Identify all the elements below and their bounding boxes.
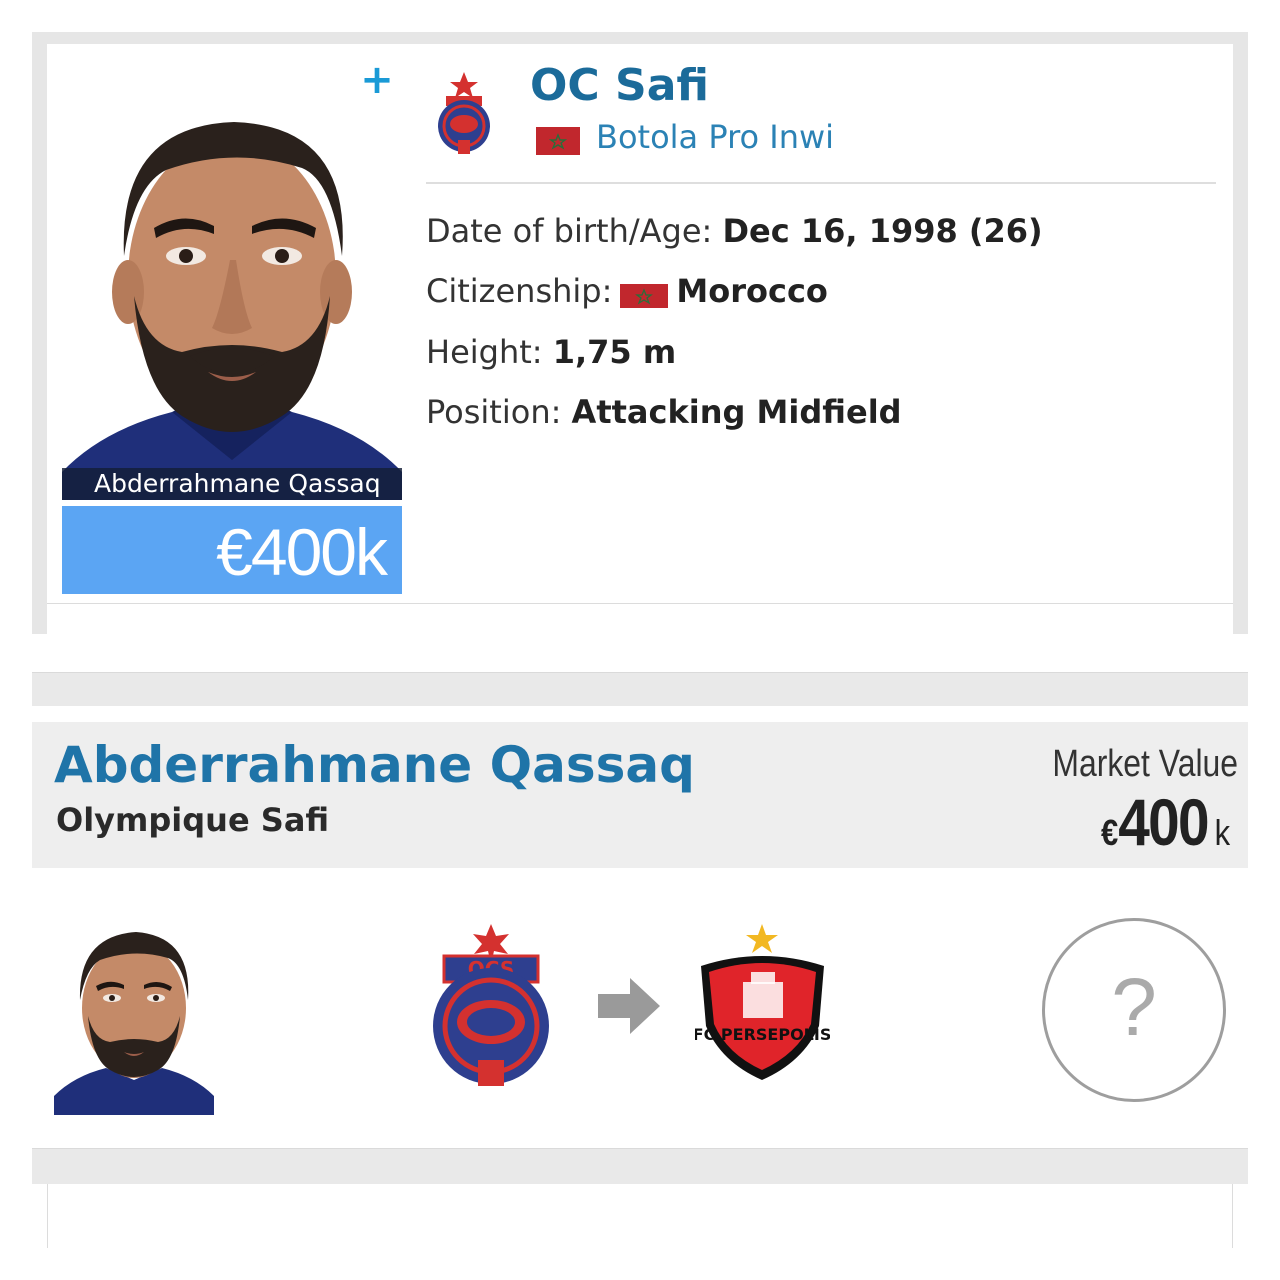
player-name-heading[interactable]: Abderrahmane Qassaq bbox=[54, 736, 695, 794]
position-label: Position: bbox=[426, 393, 562, 431]
next-card bbox=[47, 1184, 1233, 1248]
profile-card-footer bbox=[47, 604, 1233, 634]
market-value-amount: €400 k bbox=[1101, 784, 1230, 860]
info-row-position: Position: Attacking Midfield bbox=[426, 393, 902, 431]
question-mark-icon: ? bbox=[1111, 962, 1157, 1053]
league-name-link[interactable]: Botola Pro Inwi bbox=[596, 118, 834, 156]
citizenship-label: Citizenship: bbox=[426, 272, 613, 310]
divider bbox=[426, 182, 1216, 184]
market-value-label: Market Value bbox=[1052, 743, 1238, 785]
info-row-citizenship: Citizenship: Morocco bbox=[426, 272, 828, 310]
dob-label: Date of birth/Age: bbox=[426, 212, 713, 250]
club-name-link[interactable]: OC Safi bbox=[530, 60, 709, 111]
height-label: Height: bbox=[426, 333, 543, 371]
club-crest-icon[interactable] bbox=[432, 70, 496, 158]
citizenship-value[interactable]: Morocco bbox=[676, 272, 828, 310]
player-portrait bbox=[62, 60, 402, 500]
market-value-currency: € bbox=[1100, 812, 1119, 853]
position-value: Attacking Midfield bbox=[571, 393, 902, 431]
height-value: 1,75 m bbox=[552, 333, 677, 371]
player-name-overlay: Abderrahmane Qassaq bbox=[62, 468, 402, 500]
spacer bbox=[32, 634, 1248, 672]
oc-safi-crest[interactable]: OCS bbox=[426, 922, 556, 1090]
dob-value: Dec 16, 1998 (26) bbox=[722, 212, 1043, 250]
morocco-flag-icon bbox=[536, 127, 580, 155]
separator-band bbox=[32, 672, 1248, 706]
market-value-unit: k bbox=[1214, 812, 1230, 853]
info-row-height: Height: 1,75 m bbox=[426, 333, 676, 371]
market-value-number: 400 bbox=[1118, 785, 1209, 859]
player-name-overlay-text: Abderrahmane Qassaq bbox=[94, 469, 381, 498]
info-row-dob: Date of birth/Age: Dec 16, 1998 (26) bbox=[426, 212, 1043, 250]
svg-text:FC PERSEPOLIS: FC PERSEPOLIS bbox=[695, 1025, 830, 1044]
morocco-flag-icon bbox=[620, 278, 669, 308]
market-value-text: €400k bbox=[216, 515, 388, 589]
persepolis-crest[interactable]: FC PERSEPOLIS bbox=[693, 922, 831, 1084]
transfer-arrow-icon bbox=[598, 978, 660, 1034]
market-value-box[interactable]: €400k bbox=[62, 506, 402, 594]
unknown-fee-circle[interactable]: ? bbox=[1042, 918, 1226, 1102]
separator-band bbox=[32, 1148, 1248, 1184]
player-club-name: Olympique Safi bbox=[56, 801, 330, 839]
plus-icon[interactable]: + bbox=[360, 60, 394, 100]
player-thumbnail[interactable] bbox=[54, 910, 214, 1115]
